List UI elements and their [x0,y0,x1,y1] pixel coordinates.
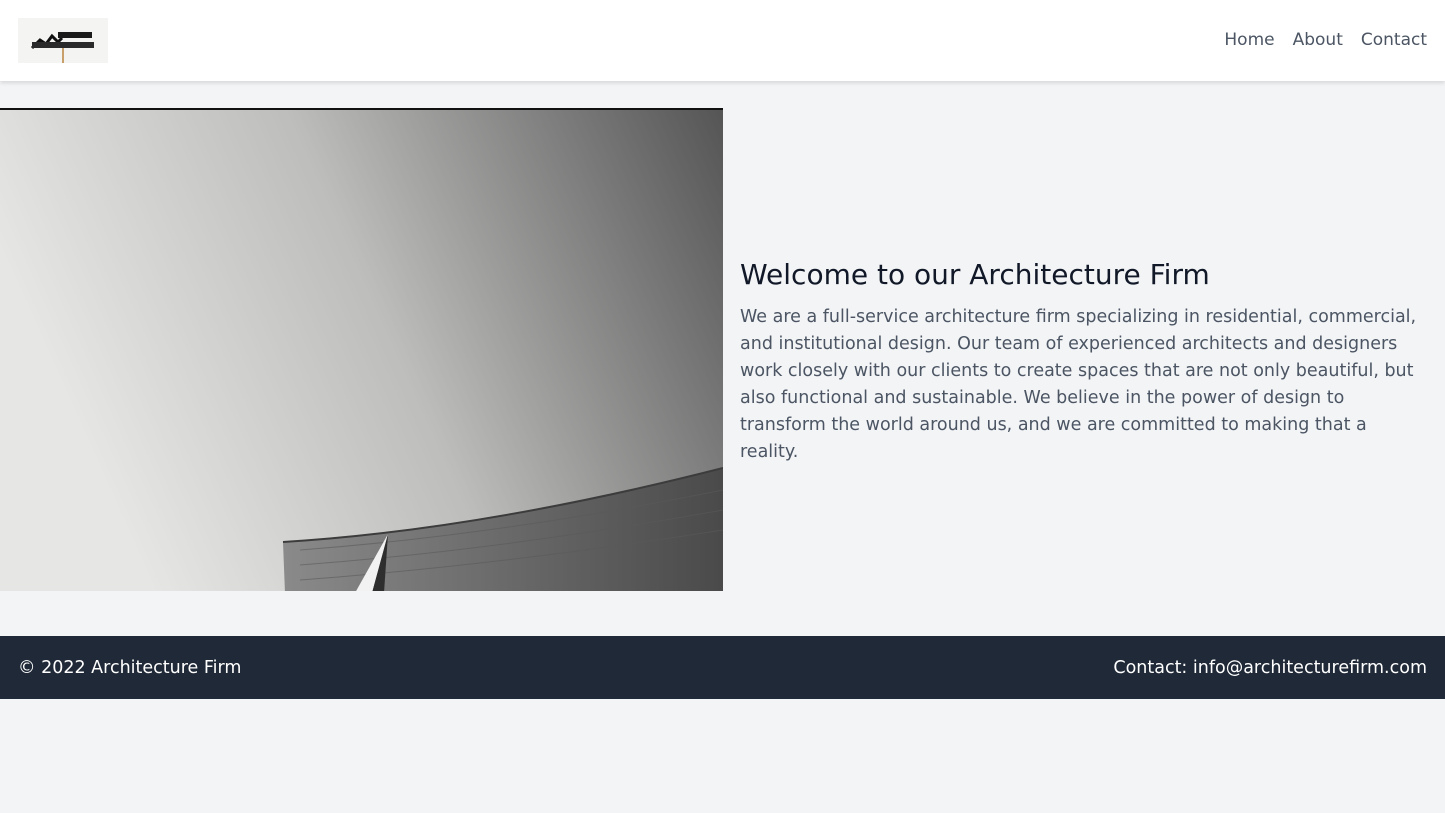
hero-text: Welcome to our Architecture Firm We are … [740,256,1425,466]
nav-about-link[interactable]: About [1293,28,1343,52]
architecture-photo-icon [0,108,723,591]
site-footer: © 2022 Architecture Firm Contact: info@a… [0,636,1445,699]
hero-description: We are a full-service architecture firm … [740,307,1417,462]
hero-title: Welcome to our Architecture Firm [740,258,1210,291]
nav-home-link[interactable]: Home [1224,28,1274,52]
main-nav: Home About Contact [1224,28,1427,52]
footer-copyright: © 2022 Architecture Firm [18,658,242,678]
site-header: Home About Contact [0,0,1445,81]
footer-contact: Contact: info@architecturefirm.com [1113,658,1427,678]
nav-contact-link[interactable]: Contact [1361,28,1427,52]
happy-halloween-logo-icon[interactable] [18,18,108,63]
